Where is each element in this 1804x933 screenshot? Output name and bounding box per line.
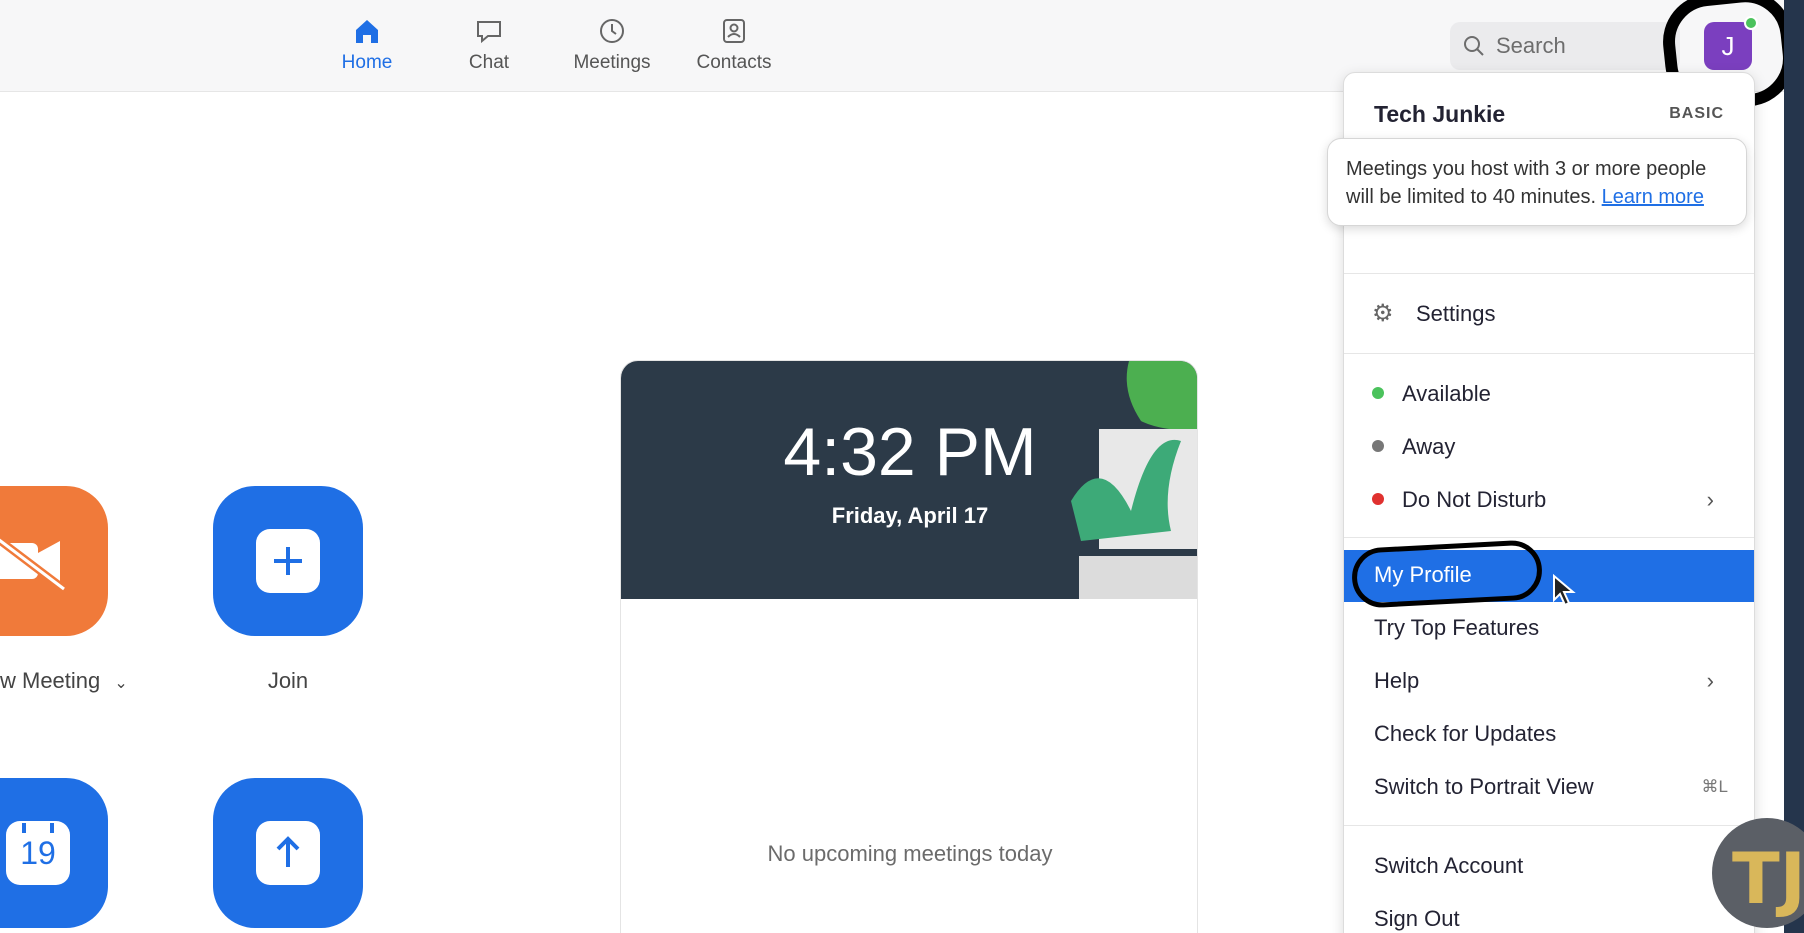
status-away[interactable]: Away <box>1344 422 1754 472</box>
video-off-icon <box>0 535 67 591</box>
available-dot-icon <box>1372 387 1384 399</box>
menu-item-try-top-features[interactable]: Try Top Features <box>1344 603 1754 653</box>
window-edge <box>1784 0 1804 933</box>
status-away-label: Away <box>1402 434 1456 459</box>
new-meeting-label: w Meeting ⌄ <box>0 668 128 694</box>
plan-badge: BASIC <box>1669 105 1724 122</box>
check-updates-label: Check for Updates <box>1374 721 1557 746</box>
clock-hero: 4:32 PM Friday, April 17 <box>621 361 1197 599</box>
new-meeting-button[interactable] <box>0 486 108 636</box>
switch-account-label: Switch Account <box>1374 853 1524 878</box>
status-available-label: Available <box>1402 381 1491 406</box>
menu-item-settings[interactable]: ⚙ Settings <box>1344 289 1754 339</box>
portrait-view-label: Switch to Portrait View <box>1374 774 1594 799</box>
share-screen-button[interactable] <box>213 778 363 928</box>
user-name: Tech Junkie <box>1374 101 1506 127</box>
join-label: Join <box>267 668 309 693</box>
try-top-features-label: Try Top Features <box>1374 615 1540 640</box>
menu-item-switch-account[interactable]: Switch Account <box>1344 841 1754 891</box>
schedule-button[interactable]: 19 <box>0 778 108 928</box>
no-meetings-text: No upcoming meetings today <box>767 841 1053 866</box>
current-time: 4:32 PM <box>783 414 1037 490</box>
tab-chat-label: Chat <box>468 52 510 73</box>
upcoming-meetings-card: 4:32 PM Friday, April 17 No upcoming mee… <box>620 360 1198 933</box>
dnd-icon <box>1372 493 1384 505</box>
mouse-cursor-icon <box>1553 574 1576 607</box>
join-button[interactable] <box>213 486 363 636</box>
presence-dot <box>1744 16 1758 30</box>
menu-divider <box>1344 273 1754 274</box>
chevron-down-icon[interactable]: ⌄ <box>114 675 127 692</box>
menu-item-my-profile[interactable]: My Profile <box>1344 539 1754 609</box>
tab-meetings-label: Meetings <box>573 52 651 73</box>
shortcut-hint: ⌘L <box>1701 777 1728 796</box>
upload-arrow-icon <box>256 821 320 885</box>
calendar-day: 19 <box>20 835 56 871</box>
plan-limit-tooltip: Meetings you host with 3 or more people … <box>1327 138 1747 226</box>
search-icon <box>1464 36 1484 56</box>
status-dnd-label: Do Not Disturb <box>1402 487 1547 512</box>
gear-icon: ⚙ <box>1372 300 1394 327</box>
settings-label: Settings <box>1416 301 1496 326</box>
avatar: J <box>1704 22 1752 70</box>
menu-item-portrait-view[interactable]: Switch to Portrait View ⌘L <box>1344 762 1754 812</box>
search-placeholder: Search <box>1496 33 1566 58</box>
menu-item-sign-out[interactable]: Sign Out <box>1344 894 1754 933</box>
tab-chat[interactable]: Chat <box>434 16 544 82</box>
zoom-app-window: Home Chat Meetings Contacts Search J w M… <box>0 0 1804 933</box>
tab-contacts[interactable]: Contacts <box>679 16 789 82</box>
menu-item-check-updates[interactable]: Check for Updates <box>1344 709 1754 759</box>
sign-out-label: Sign Out <box>1374 906 1460 931</box>
plus-icon <box>256 529 320 593</box>
chat-icon <box>477 21 501 44</box>
tab-home[interactable]: Home <box>312 16 422 82</box>
search-box[interactable]: Search <box>1450 22 1680 70</box>
status-available[interactable]: Available <box>1344 369 1754 419</box>
home-icon <box>356 20 378 43</box>
menu-divider <box>1344 353 1754 354</box>
help-label: Help <box>1374 668 1420 693</box>
contacts-icon <box>723 19 745 43</box>
menu-divider <box>1344 825 1754 826</box>
tab-home-label: Home <box>341 52 393 73</box>
tab-meetings[interactable]: Meetings <box>557 16 667 82</box>
calendar-icon: 19 <box>6 821 70 885</box>
new-meeting-text: w Meeting <box>0 668 101 693</box>
status-do-not-disturb[interactable]: Do Not Disturb › <box>1344 475 1754 525</box>
menu-divider <box>1344 537 1754 538</box>
tab-contacts-label: Contacts <box>696 52 772 73</box>
my-profile-label: My Profile <box>1374 562 1472 587</box>
away-clock-icon <box>1372 440 1384 452</box>
watermark-text: TJ <box>1732 838 1804 920</box>
chevron-right-icon: › <box>1706 668 1714 693</box>
clock-icon <box>600 19 624 43</box>
learn-more-link[interactable]: Learn more <box>1602 186 1704 208</box>
chevron-right-icon: › <box>1706 487 1714 512</box>
current-date: Friday, April 17 <box>831 503 989 528</box>
menu-item-help[interactable]: Help › <box>1344 656 1754 706</box>
